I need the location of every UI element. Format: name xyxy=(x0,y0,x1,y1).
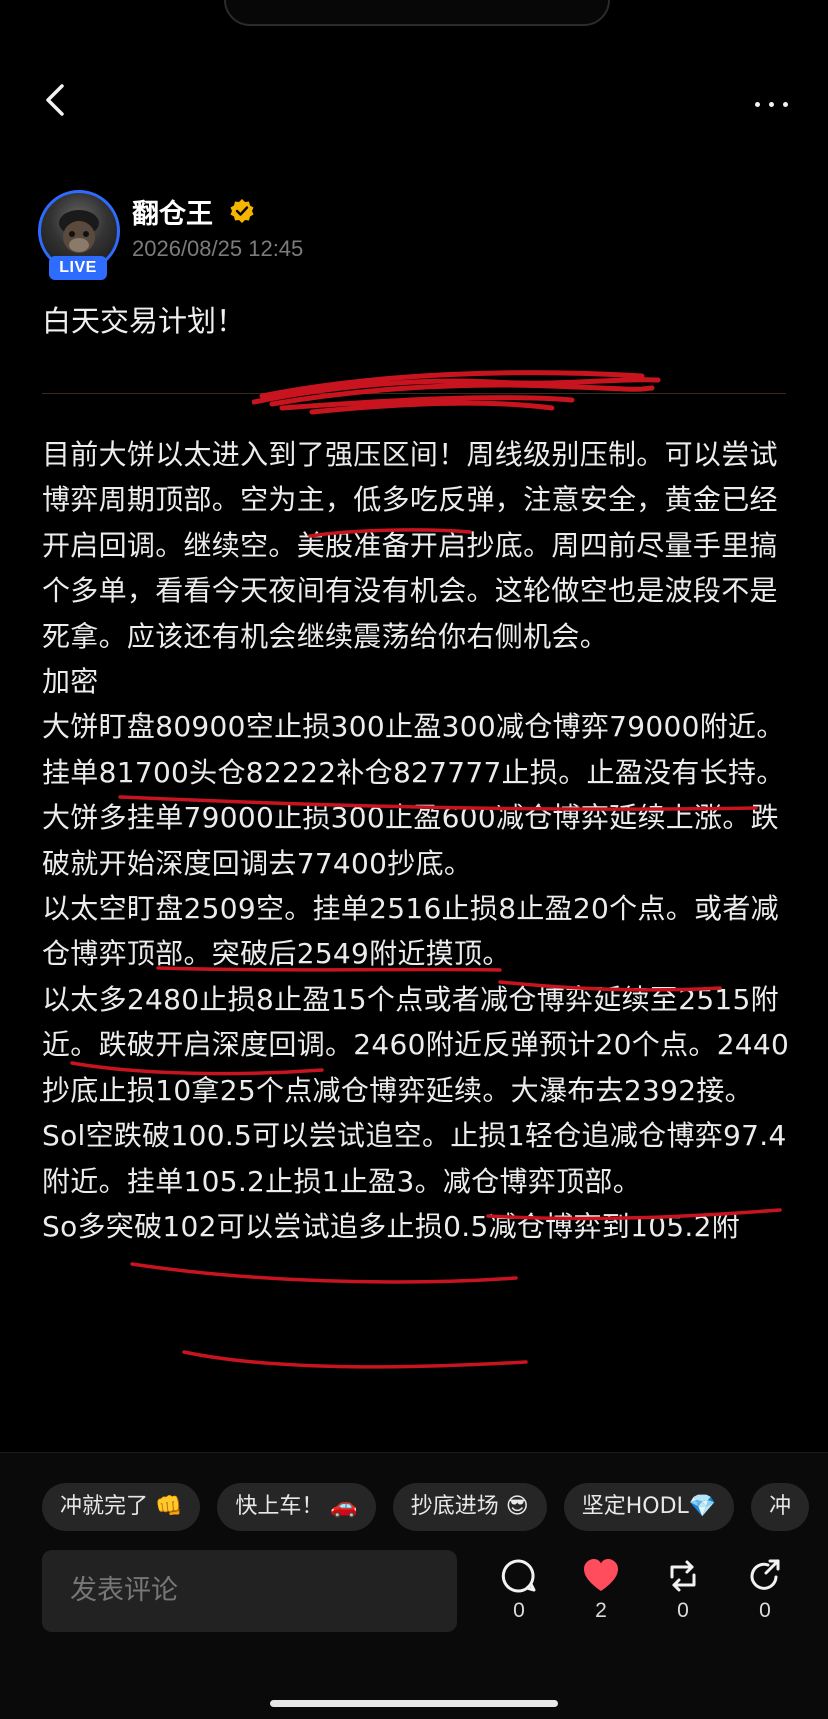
comment-icon xyxy=(501,1559,536,1593)
bottom-bar: 冲就完了 👊 快上车！ 🚗 抄底进场 😎 坚定HODL💎 冲 发表评论 0 2 … xyxy=(0,1452,828,1719)
quick-reply-chips: 冲就完了 👊 快上车！ 🚗 抄底进场 😎 坚定HODL💎 冲 xyxy=(42,1483,810,1531)
repost-icon xyxy=(670,1560,696,1592)
post-title: 白天交易计划！ xyxy=(42,304,246,338)
live-badge: LIVE xyxy=(49,256,107,280)
heart-icon xyxy=(584,1559,618,1591)
post-paragraph: 目前大饼以太进入到了强压区间！周线级别压制。可以尝试博弈周期顶部。空为主，低多吃… xyxy=(42,438,778,653)
quick-reply-chip[interactable]: 快上车！ 🚗 xyxy=(217,1483,376,1531)
chevron-left-icon xyxy=(46,84,64,116)
home-indicator[interactable] xyxy=(270,1700,558,1707)
more-button[interactable] xyxy=(738,92,788,116)
share-icon xyxy=(750,1559,780,1590)
more-dots-icon xyxy=(755,101,760,107)
post-paragraph: Sol空跌破100.5可以尝试追空。止损1轻仓追减仓博弈97.4附近。挂单105… xyxy=(42,1119,787,1198)
quick-reply-chip[interactable]: 冲 xyxy=(751,1483,810,1531)
quick-reply-chip[interactable]: 抄底进场 😎 xyxy=(392,1483,547,1531)
post-paragraph: So多突破102可以尝试追多止损0.5减仓博弈到105.2附 xyxy=(42,1209,741,1243)
avatar[interactable]: LIVE xyxy=(38,190,120,280)
like-button[interactable]: 2 xyxy=(576,1557,626,1623)
verified-badge-icon xyxy=(230,199,254,223)
post-timestamp: 2026/08/25 12:45 xyxy=(132,236,304,261)
comment-input[interactable]: 发表评论 xyxy=(42,1550,457,1632)
camera-notch xyxy=(224,0,610,26)
comment-button[interactable]: 0 xyxy=(494,1557,544,1623)
post-paragraph: 大饼多挂单79000止损300止盈600减仓博弈延续上涨。跌破就开始深度回调去7… xyxy=(42,801,779,880)
repost-button[interactable]: 0 xyxy=(658,1557,708,1623)
quick-reply-chip[interactable]: 坚定HODL💎 xyxy=(563,1483,735,1531)
post-paragraph: 加密 xyxy=(42,665,99,699)
post-paragraph: 大饼盯盘80900空止损300止盈300减仓博弈79000附近。 xyxy=(42,710,785,744)
like-count: 2 xyxy=(595,1599,607,1622)
share-button[interactable]: 0 xyxy=(740,1557,790,1623)
back-button[interactable] xyxy=(38,80,74,120)
post-paragraph: 以太多2480止损8止盈15个点或者减仓博弈延续至2515附近。跌破开启深度回调… xyxy=(42,982,790,1107)
scribble-overlay xyxy=(252,370,661,415)
author-name[interactable]: 翻仓王 xyxy=(132,192,213,231)
repost-count: 0 xyxy=(677,1599,689,1622)
share-count: 0 xyxy=(759,1599,771,1622)
post-paragraph: 以太空盯盘2509空。挂单2516止损8止盈20个点。或者减仓博弈顶部。突破后2… xyxy=(42,892,779,971)
post-paragraph: 挂单81700头仓82222补仓827777止损。止盈没有长持。 xyxy=(42,755,785,789)
comment-count: 0 xyxy=(513,1599,525,1622)
post-body: 目前大饼以太进入到了强压区间！周线级别压制。可以尝试博弈周期顶部。空为主，低多吃… xyxy=(42,432,797,1450)
quick-reply-chip[interactable]: 冲就完了 👊 xyxy=(42,1483,201,1531)
